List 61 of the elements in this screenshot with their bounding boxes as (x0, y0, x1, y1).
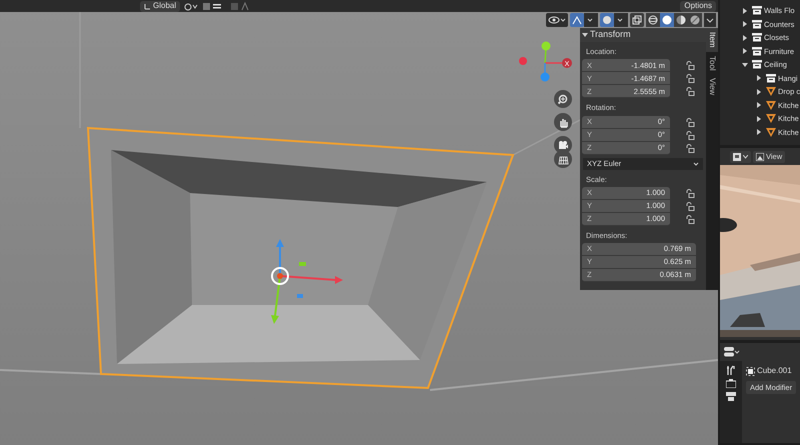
shading-button[interactable] (688, 13, 702, 27)
zoom-icon (558, 94, 568, 104)
expand-icon[interactable] (742, 34, 748, 41)
navigation-gizmo[interactable] (519, 42, 572, 82)
pivot-icon[interactable] (184, 2, 198, 10)
collection-icon (752, 60, 762, 70)
collection-icon (752, 33, 762, 42)
expand-icon[interactable] (756, 102, 762, 108)
sidebar-tab[interactable]: Item (706, 28, 718, 52)
lock-icon[interactable] (686, 144, 695, 152)
proportional-edit-icon[interactable] (230, 2, 250, 10)
expand-icon[interactable] (756, 129, 762, 136)
shading-button[interactable] (660, 13, 674, 27)
expand-icon[interactable] (742, 21, 748, 28)
caret-icon (693, 160, 699, 166)
lock-icon[interactable] (686, 202, 695, 211)
grid-icon (558, 154, 568, 164)
panel-header[interactable]: Transform (580, 28, 706, 42)
collection-icon (752, 6, 762, 16)
lock-icon[interactable] (686, 118, 695, 126)
expand-icon[interactable] (756, 75, 762, 82)
axes-icon (144, 2, 151, 10)
lock-icon[interactable] (686, 61, 695, 70)
expand-icon[interactable] (582, 32, 588, 38)
shading-button[interactable] (674, 13, 688, 27)
shading-button[interactable] (646, 13, 660, 27)
mesh-icon (766, 128, 776, 137)
mesh-icon (766, 114, 776, 124)
object-name: Cube.001 (757, 365, 792, 377)
caret-icon (743, 154, 748, 158)
render-icon[interactable] (726, 392, 736, 401)
scene-icon[interactable] (726, 379, 736, 388)
lock-icon[interactable] (686, 214, 695, 224)
expand-icon[interactable] (742, 62, 748, 68)
expand-icon[interactable] (742, 8, 748, 14)
mesh-icon (766, 87, 776, 96)
lock-icon[interactable] (686, 130, 695, 140)
image-icon (733, 152, 741, 160)
collection-icon (752, 20, 762, 29)
gizmo-toggle-icon[interactable] (570, 13, 598, 27)
overlay-toggle-icon[interactable] (600, 13, 628, 27)
collection-icon (766, 74, 776, 83)
camera-icon (558, 140, 568, 150)
editor-type-icon[interactable] (724, 347, 740, 357)
expand-icon[interactable] (756, 88, 762, 95)
lock-icon[interactable] (686, 74, 695, 84)
lock-icon[interactable] (686, 188, 695, 198)
expand-icon[interactable] (742, 48, 748, 54)
collection-icon (752, 46, 762, 56)
editor-type-button[interactable] (730, 150, 751, 162)
orientation-dropdown[interactable]: Global (140, 0, 180, 12)
hand-icon (558, 116, 568, 128)
options-dropdown[interactable]: Options (680, 0, 716, 12)
picture-icon (756, 152, 764, 160)
xray-icon[interactable] (630, 13, 644, 27)
visibility-icon[interactable] (546, 13, 568, 27)
mesh-icon (766, 100, 776, 110)
expand-icon[interactable] (756, 116, 762, 122)
lock-icon[interactable] (686, 87, 695, 96)
caret-icon[interactable] (704, 13, 716, 27)
object-icon (746, 366, 755, 376)
